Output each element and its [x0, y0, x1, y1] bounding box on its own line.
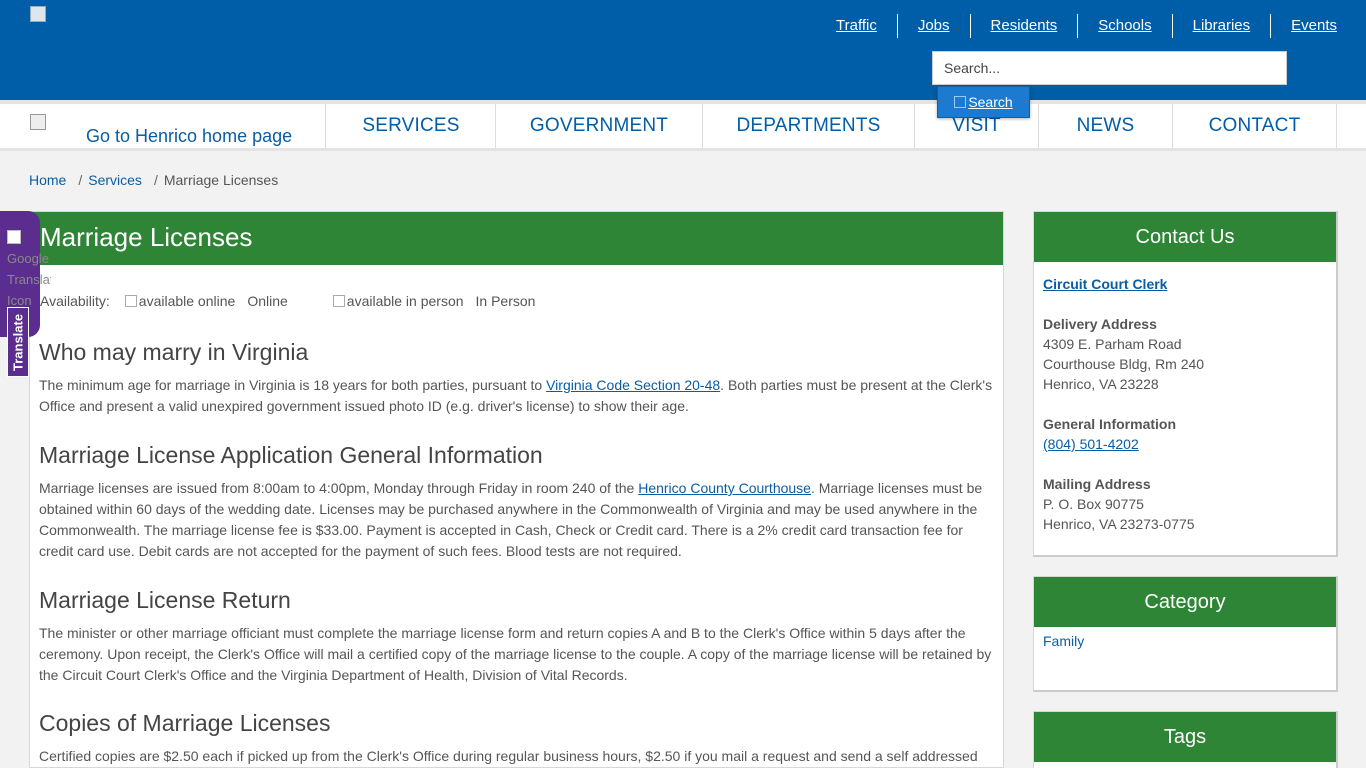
available-online-icon: available online: [124, 293, 235, 309]
breadcrumb-home[interactable]: Home: [29, 172, 66, 188]
translate-icon-alt-text: Google Translate Icon: [7, 251, 51, 308]
availability-in-person: In Person: [475, 293, 536, 309]
nav-services[interactable]: SERVICES: [327, 104, 496, 148]
top-link-libraries[interactable]: Libraries: [1171, 14, 1271, 38]
available-in-person-icon: available in person: [332, 293, 464, 309]
search-input[interactable]: [932, 51, 1287, 85]
section-heading: Marriage License Return: [39, 587, 291, 613]
courthouse-link[interactable]: Henrico County Courthouse: [638, 480, 811, 496]
breadcrumb: Home / Services / Marriage Licenses: [29, 172, 278, 188]
section-paragraph: The minimum age for marriage in Virginia…: [39, 377, 993, 414]
top-link-residents[interactable]: Residents: [969, 14, 1078, 38]
mailing-address-line: P. O. Box 90775: [1043, 496, 1144, 512]
nav-departments[interactable]: DEPARTMENTS: [703, 104, 915, 148]
search-button[interactable]: Search: [937, 86, 1030, 118]
top-link-traffic[interactable]: Traffic: [816, 14, 897, 38]
nav-government[interactable]: GOVERNMENT: [496, 104, 703, 148]
google-translate-icon: Google Translate Icon: [7, 227, 51, 311]
section-paragraph: The minister or other marriage officiant…: [39, 625, 992, 683]
delivery-address-line: 4309 E. Parham Road: [1043, 336, 1182, 352]
delivery-address-line: Courthouse Bldg, Rm 240: [1043, 356, 1205, 372]
category-item-family[interactable]: Family: [1043, 633, 1084, 649]
section-heading: Copies of Marriage Licenses: [39, 710, 331, 736]
top-link-jobs[interactable]: Jobs: [896, 14, 970, 38]
section-heading: Marriage License Application General Inf…: [39, 442, 543, 468]
top-link-schools[interactable]: Schools: [1077, 14, 1171, 38]
breadcrumb-separator: /: [78, 172, 83, 188]
henrico-logo-icon: [30, 114, 46, 130]
top-link-events[interactable]: Events: [1270, 14, 1357, 38]
tags-title: Tags: [1034, 712, 1336, 762]
virginia-code-link[interactable]: Virginia Code Section 20-48: [546, 377, 720, 393]
search-image-icon: [954, 96, 967, 108]
nav-news[interactable]: NEWS: [1039, 104, 1173, 148]
home-logo-link[interactable]: Go to Henrico home page: [30, 104, 326, 148]
mailing-address-line: Henrico, VA 23273-0775: [1043, 516, 1195, 532]
delivery-address-line: Henrico, VA 23228: [1043, 376, 1159, 392]
category-box: Category Family: [1033, 576, 1338, 692]
search-button-label: Search: [968, 94, 1013, 110]
delivery-address-label: Delivery Address: [1043, 316, 1157, 332]
section-paragraph: Certified copies are $2.50 each if picke…: [39, 748, 978, 764]
main-content: Marriage Licenses Availability: availabl…: [29, 211, 1004, 768]
general-information-label: General Information: [1043, 416, 1177, 432]
phone-link[interactable]: (804) 501-4202: [1043, 436, 1139, 452]
contact-us-box: Contact Us Circuit Court Clerk Delivery …: [1033, 211, 1338, 557]
logo-image-icon[interactable]: [30, 6, 46, 22]
mailing-address-label: Mailing Address: [1043, 476, 1151, 492]
breadcrumb-current: Marriage Licenses: [163, 172, 279, 188]
translate-widget[interactable]: Google Translate Icon Translate: [0, 211, 51, 378]
circuit-court-clerk-link[interactable]: Circuit Court Clerk: [1043, 276, 1167, 292]
availability: Availability: available online Online av…: [40, 293, 1003, 309]
breadcrumb-separator: /: [153, 172, 158, 188]
translate-label[interactable]: Translate: [7, 307, 29, 377]
breadcrumb-services[interactable]: Services: [88, 172, 142, 188]
tags-box: Tags: [1033, 711, 1338, 768]
broken-image-icon: [7, 230, 21, 244]
main-nav: Go to Henrico home page SERVICES GOVERNM…: [0, 100, 1366, 151]
utility-links: Traffic Jobs Residents Schools Libraries…: [816, 14, 1357, 38]
category-title: Category: [1034, 577, 1336, 627]
home-link-alt-text: Go to Henrico home page: [86, 126, 293, 146]
page-title: Marriage Licenses: [30, 212, 1003, 265]
top-bar: Traffic Jobs Residents Schools Libraries…: [0, 0, 1366, 100]
availability-online: Online: [247, 293, 288, 309]
contact-us-title: Contact Us: [1034, 212, 1336, 262]
section-heading: Who may marry in Virginia: [39, 339, 309, 365]
section-paragraph: Marriage licenses are issued from 8:00am…: [39, 480, 983, 559]
nav-contact[interactable]: CONTACT: [1173, 104, 1337, 148]
